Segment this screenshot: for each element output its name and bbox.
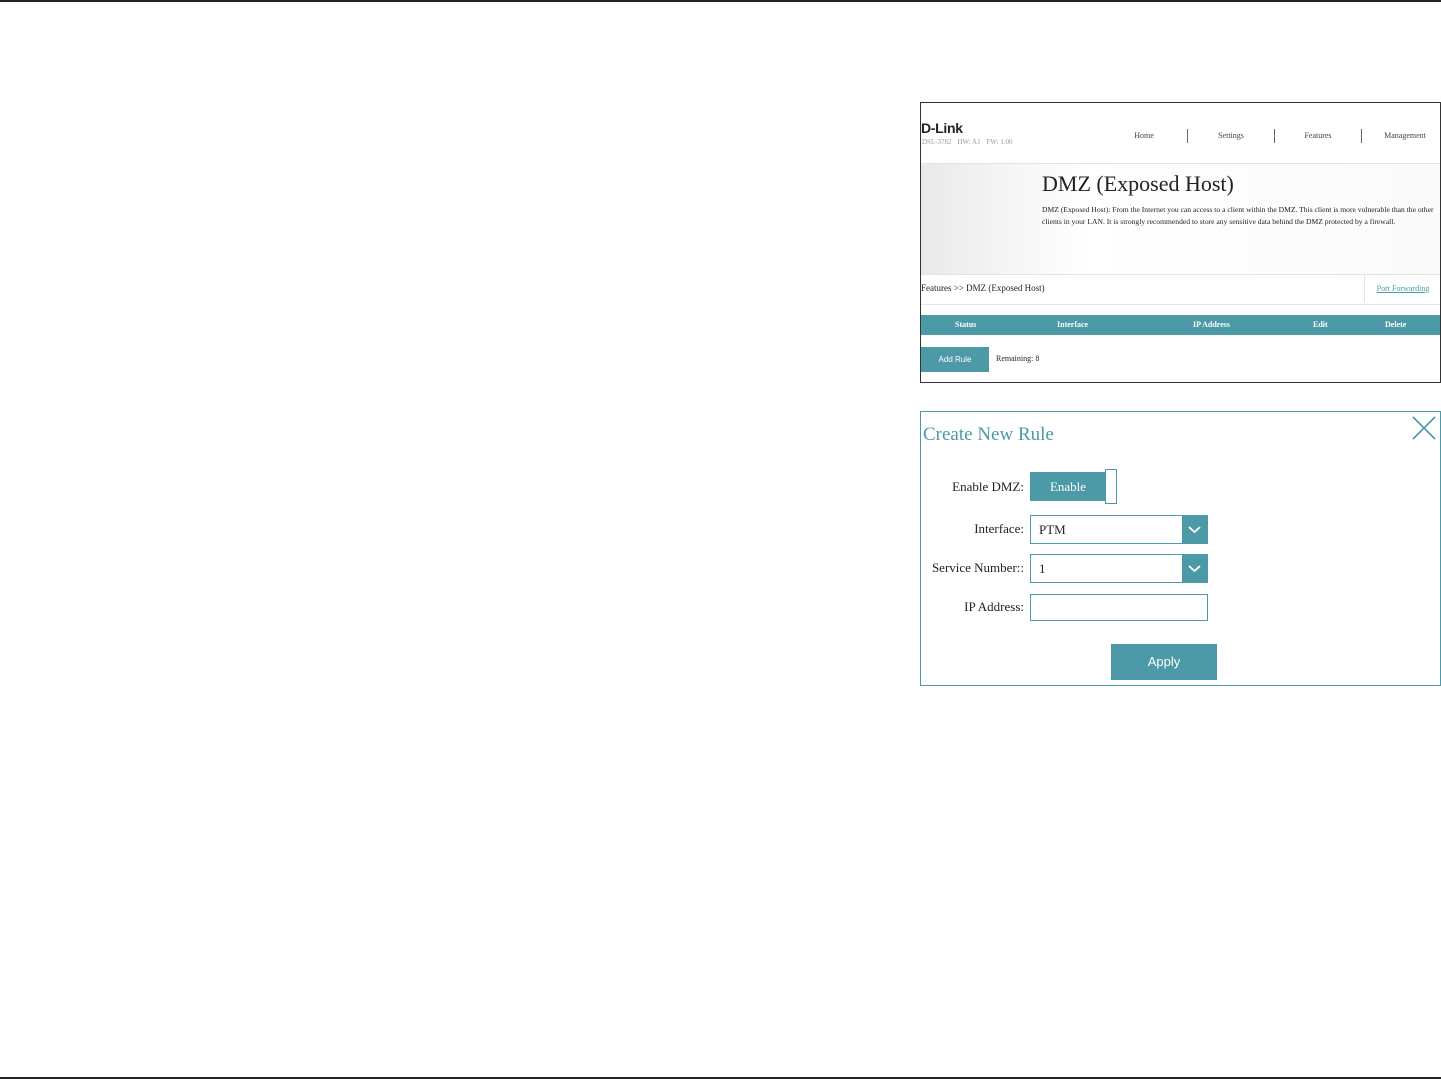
nav-management[interactable]: Management <box>1362 129 1440 143</box>
breadcrumb: Features >> DMZ (Exposed Host) <box>921 283 1045 293</box>
nav-features[interactable]: Features <box>1275 129 1362 143</box>
interface-value: PTM <box>1039 522 1066 537</box>
device-model-info: DSL-3782 HW: A1 FW: 1.00 <box>922 138 1017 146</box>
model-hw: HW: A1 <box>957 138 981 146</box>
top-nav: Home Settings Features Management <box>1101 129 1440 143</box>
toggle-state-text: Enable <box>1030 472 1106 501</box>
col-delete: Delete <box>1385 320 1407 329</box>
dlink-logo: D-Link <box>921 120 963 136</box>
page-title: DMZ (Exposed Host) <box>1042 171 1234 196</box>
add-rule-button[interactable]: Add Rule <box>921 347 989 372</box>
service-number-value: 1 <box>1039 561 1046 576</box>
close-icon[interactable] <box>1410 414 1438 442</box>
apply-button[interactable]: Apply <box>1111 644 1217 680</box>
page-bottom-rule <box>0 1077 1441 1079</box>
dialog-title: Create New Rule <box>923 424 1054 445</box>
toggle-knob[interactable] <box>1105 469 1117 504</box>
remaining-count: Remaining: 8 <box>996 354 1040 363</box>
interface-label: Interface: <box>974 521 1024 536</box>
service-number-select[interactable]: 1 <box>1030 554 1208 583</box>
nav-settings[interactable]: Settings <box>1188 129 1275 143</box>
nav-home[interactable]: Home <box>1101 129 1188 143</box>
col-edit: Edit <box>1313 320 1328 329</box>
col-interface: Interface <box>1057 320 1089 329</box>
page-top-rule <box>0 0 1441 2</box>
router-dmz-page: D-Link DSL-3782 HW: A1 FW: 1.00 Home Set… <box>920 102 1441 383</box>
port-forwarding-link[interactable]: Port Forwarding <box>1364 274 1440 302</box>
service-number-label: Service Number:: <box>931 560 1024 575</box>
enable-dmz-label: Enable DMZ: <box>952 479 1024 494</box>
interface-select[interactable]: PTM <box>1030 515 1208 544</box>
model-name: DSL-3782 <box>922 138 952 146</box>
enable-dmz-toggle[interactable]: Enable <box>1030 469 1117 504</box>
page-description: DMZ (Exposed Host): From the Internet yo… <box>1042 205 1434 226</box>
ip-address-label: IP Address: <box>964 599 1024 614</box>
col-status: Status <box>955 320 977 329</box>
model-fw: FW: 1.00 <box>986 138 1013 146</box>
create-rule-dialog: Create New Rule Enable DMZ: Enable Inter… <box>920 411 1441 686</box>
chevron-down-icon[interactable] <box>1182 516 1207 543</box>
rules-table-header: Status Interface IP Address Edit Delete <box>921 315 1440 335</box>
col-ip-address: IP Address <box>1193 320 1230 329</box>
ip-address-input[interactable] <box>1030 594 1208 621</box>
chevron-down-icon[interactable] <box>1182 555 1207 582</box>
